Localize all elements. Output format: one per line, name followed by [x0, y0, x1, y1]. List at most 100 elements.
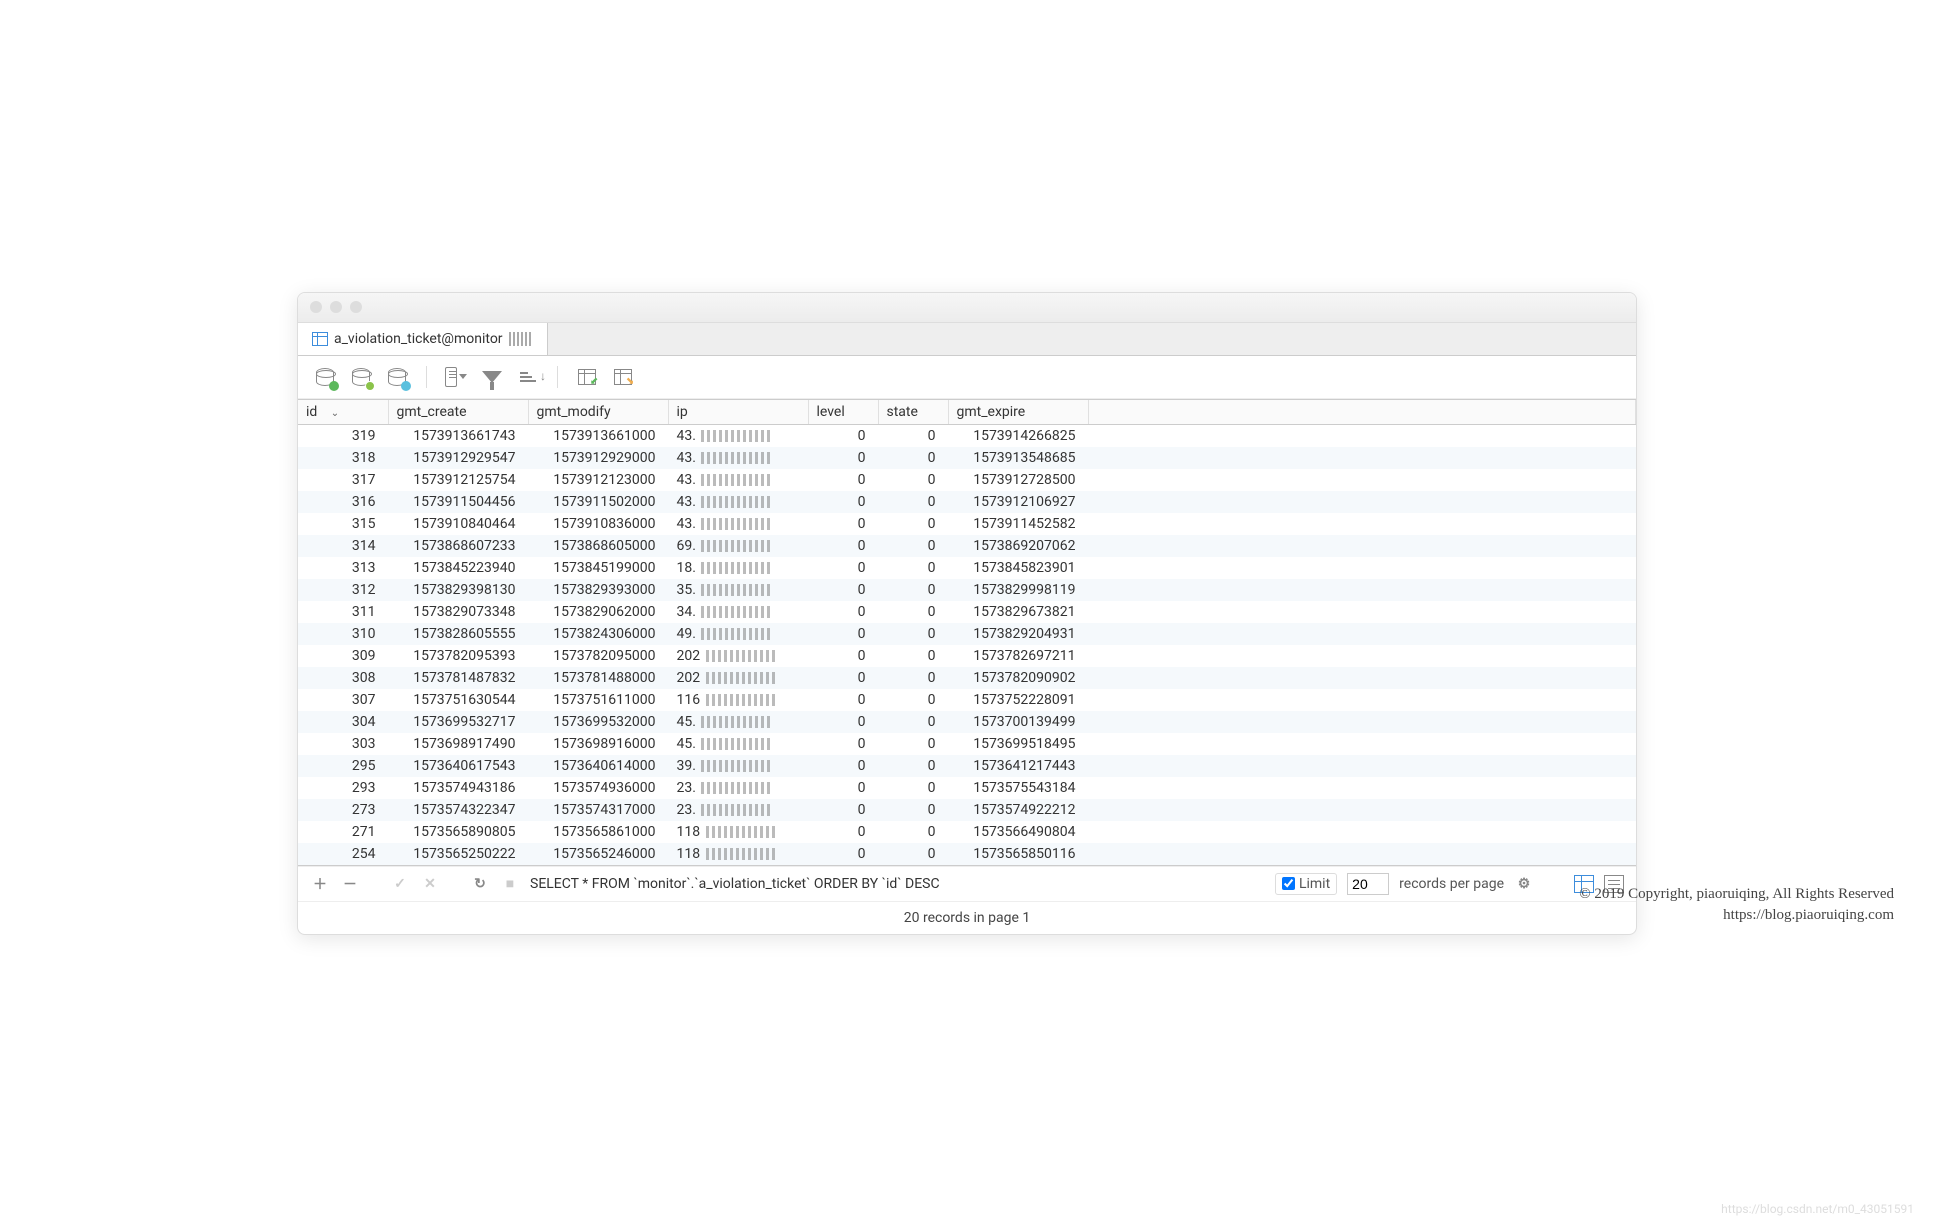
cell-ip[interactable]: 23.	[668, 777, 808, 799]
cell-gmt-modify[interactable]: 1573829062000	[528, 601, 668, 623]
cell-ip[interactable]: 39.	[668, 755, 808, 777]
table-row[interactable]: 27115735658908051573565861000118 0015735…	[298, 821, 1636, 843]
cell-level[interactable]: 0	[808, 821, 878, 843]
import-grid-button[interactable]: ⬋	[576, 366, 598, 388]
cell-id[interactable]: 304	[298, 711, 388, 733]
cell-state[interactable]: 0	[878, 469, 948, 491]
cell-level[interactable]: 0	[808, 843, 878, 865]
cell-gmt-create[interactable]: 1573565890805	[388, 821, 528, 843]
table-row[interactable]: 3191573913661743157391366100043. 0015739…	[298, 424, 1636, 447]
cell-state[interactable]: 0	[878, 579, 948, 601]
cell-ip[interactable]: 202	[668, 667, 808, 689]
table-row[interactable]: 3111573829073348157382906200034. 0015738…	[298, 601, 1636, 623]
tab-table[interactable]: a_violation_ticket@monitor	[298, 323, 548, 355]
cell-state[interactable]: 0	[878, 799, 948, 821]
col-header-state[interactable]: state	[878, 400, 948, 425]
table-row[interactable]: 3031573698917490157369891600045. 0015736…	[298, 733, 1636, 755]
cell-state[interactable]: 0	[878, 711, 948, 733]
cell-level[interactable]: 0	[808, 645, 878, 667]
cell-ip[interactable]: 116	[668, 689, 808, 711]
cell-id[interactable]: 314	[298, 535, 388, 557]
cell-state[interactable]: 0	[878, 491, 948, 513]
add-row-button[interactable]: ＋	[310, 874, 330, 894]
cell-gmt-expire[interactable]: 1573782090902	[948, 667, 1088, 689]
cell-state[interactable]: 0	[878, 645, 948, 667]
cell-ip[interactable]: 43.	[668, 469, 808, 491]
export-button[interactable]	[445, 366, 467, 388]
cell-gmt-create[interactable]: 1573868607233	[388, 535, 528, 557]
cell-id[interactable]: 307	[298, 689, 388, 711]
cell-level[interactable]: 0	[808, 711, 878, 733]
filter-button[interactable]	[481, 366, 503, 388]
cell-ip[interactable]: 202	[668, 645, 808, 667]
cell-gmt-modify[interactable]: 1573782095000	[528, 645, 668, 667]
sort-button[interactable]	[517, 366, 539, 388]
cell-level[interactable]: 0	[808, 579, 878, 601]
cell-gmt-expire[interactable]: 1573566490804	[948, 821, 1088, 843]
cell-ip[interactable]: 45.	[668, 733, 808, 755]
cell-gmt-modify[interactable]: 1573912929000	[528, 447, 668, 469]
cell-level[interactable]: 0	[808, 469, 878, 491]
cell-id[interactable]: 308	[298, 667, 388, 689]
cell-state[interactable]: 0	[878, 535, 948, 557]
cell-id[interactable]: 317	[298, 469, 388, 491]
cell-gmt-expire[interactable]: 1573911452582	[948, 513, 1088, 535]
cell-gmt-expire[interactable]: 1573782697211	[948, 645, 1088, 667]
table-row[interactable]: 3041573699532717157369953200045. 0015737…	[298, 711, 1636, 733]
cell-gmt-modify[interactable]: 1573910836000	[528, 513, 668, 535]
cell-id[interactable]: 315	[298, 513, 388, 535]
cell-gmt-expire[interactable]: 1573829204931	[948, 623, 1088, 645]
cell-gmt-modify[interactable]: 1573565246000	[528, 843, 668, 865]
cell-gmt-create[interactable]: 1573574943186	[388, 777, 528, 799]
cell-level[interactable]: 0	[808, 447, 878, 469]
limit-checkbox[interactable]: Limit	[1275, 873, 1337, 895]
cell-gmt-create[interactable]: 1573910840464	[388, 513, 528, 535]
cell-gmt-expire[interactable]: 1573700139499	[948, 711, 1088, 733]
cell-id[interactable]: 312	[298, 579, 388, 601]
cell-id[interactable]: 316	[298, 491, 388, 513]
reload-button[interactable]: ↻	[470, 874, 490, 894]
cell-ip[interactable]: 43.	[668, 424, 808, 447]
cell-ip[interactable]: 43.	[668, 513, 808, 535]
cell-level[interactable]: 0	[808, 667, 878, 689]
cell-id[interactable]: 309	[298, 645, 388, 667]
cell-id[interactable]: 295	[298, 755, 388, 777]
cell-gmt-expire[interactable]: 1573829998119	[948, 579, 1088, 601]
cell-state[interactable]: 0	[878, 777, 948, 799]
cell-gmt-modify[interactable]: 1573698916000	[528, 733, 668, 755]
cell-id[interactable]: 311	[298, 601, 388, 623]
cell-gmt-modify[interactable]: 1573574936000	[528, 777, 668, 799]
cell-level[interactable]: 0	[808, 557, 878, 579]
cell-id[interactable]: 273	[298, 799, 388, 821]
table-row[interactable]: 2931573574943186157357493600023. 0015735…	[298, 777, 1636, 799]
cell-gmt-modify[interactable]: 1573574317000	[528, 799, 668, 821]
cell-gmt-expire[interactable]: 1573575543184	[948, 777, 1088, 799]
commit-button[interactable]	[350, 366, 372, 388]
cell-state[interactable]: 0	[878, 424, 948, 447]
cell-gmt-expire[interactable]: 1573565850116	[948, 843, 1088, 865]
minimize-dot[interactable]	[330, 301, 342, 313]
close-dot[interactable]	[310, 301, 322, 313]
cell-ip[interactable]: 118	[668, 843, 808, 865]
cell-gmt-create[interactable]: 1573845223940	[388, 557, 528, 579]
cell-id[interactable]: 313	[298, 557, 388, 579]
cell-gmt-create[interactable]: 1573781487832	[388, 667, 528, 689]
cell-gmt-expire[interactable]: 1573912728500	[948, 469, 1088, 491]
col-header-gmt-create[interactable]: gmt_create	[388, 400, 528, 425]
cell-gmt-create[interactable]: 1573574322347	[388, 799, 528, 821]
table-row[interactable]: 3161573911504456157391150200043. 0015739…	[298, 491, 1636, 513]
cell-gmt-create[interactable]: 1573829398130	[388, 579, 528, 601]
cell-gmt-modify[interactable]: 1573868605000	[528, 535, 668, 557]
cell-state[interactable]: 0	[878, 843, 948, 865]
cell-gmt-expire[interactable]: 1573699518495	[948, 733, 1088, 755]
cell-state[interactable]: 0	[878, 557, 948, 579]
cell-gmt-create[interactable]: 1573912125754	[388, 469, 528, 491]
cell-state[interactable]: 0	[878, 601, 948, 623]
cell-gmt-modify[interactable]: 1573781488000	[528, 667, 668, 689]
export-grid-button[interactable]: ⬊	[612, 366, 634, 388]
table-row[interactable]: 3151573910840464157391083600043. 0015739…	[298, 513, 1636, 535]
table-row[interactable]: 30715737516305441573751611000116 0015737…	[298, 689, 1636, 711]
cell-id[interactable]: 271	[298, 821, 388, 843]
cell-gmt-modify[interactable]: 1573912123000	[528, 469, 668, 491]
cell-gmt-create[interactable]: 1573913661743	[388, 424, 528, 447]
